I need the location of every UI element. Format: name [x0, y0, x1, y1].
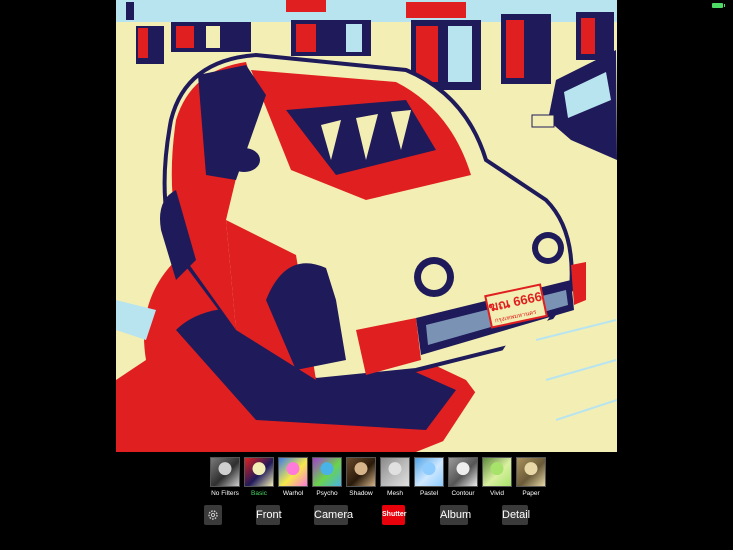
filter-label: Warhol [282, 490, 304, 497]
filter-thumbnail [346, 457, 376, 487]
filter-strip: No Filters Basic Warhol Psycho Shadow Mesh Pas… [210, 457, 546, 501]
filter-item-pastel[interactable]: Pastel [414, 457, 444, 501]
filter-label: No Filters [211, 490, 239, 497]
filter-label: Mesh [387, 490, 403, 497]
filter-label: Vivid [490, 490, 504, 497]
filter-item-no-filters[interactable]: No Filters [210, 457, 240, 501]
filter-thumbnail [414, 457, 444, 487]
filter-label: Psycho [316, 490, 338, 497]
filter-item-contour[interactable]: Contour [448, 457, 478, 501]
car-photo-artwork: ฆณ 6666 กรุงเทพมหานคร [116, 0, 617, 452]
filter-item-psycho[interactable]: Psycho [312, 457, 342, 501]
camera-button[interactable]: Camera [314, 505, 353, 525]
album-button[interactable]: Album [440, 505, 471, 525]
bottom-toolbar: Front Camera Shutter Album Detail [0, 505, 733, 531]
filter-label: Pastel [419, 490, 439, 497]
filter-thumbnail [312, 457, 342, 487]
filter-item-vivid[interactable]: Vivid [482, 457, 512, 501]
filter-item-mesh[interactable]: Mesh [380, 457, 410, 501]
detail-button[interactable]: Detail [502, 505, 530, 525]
filter-thumbnail [482, 457, 512, 487]
filter-label: Basic [251, 490, 267, 497]
filter-thumbnail [210, 457, 240, 487]
filter-label: Paper [522, 490, 540, 497]
gear-icon [208, 510, 218, 520]
battery-icon [712, 3, 725, 8]
filter-label: Shadow [349, 490, 373, 497]
filter-label: Contour [451, 490, 475, 497]
settings-button[interactable] [204, 505, 222, 525]
filter-item-warhol[interactable]: Warhol [278, 457, 308, 501]
filter-item-paper[interactable]: Paper [516, 457, 546, 501]
filter-thumbnail [448, 457, 478, 487]
filter-thumbnail [244, 457, 274, 487]
filter-thumbnail [278, 457, 308, 487]
shutter-button[interactable]: Shutter [382, 505, 407, 525]
front-camera-button[interactable]: Front [256, 505, 282, 525]
filter-item-basic[interactable]: Basic [244, 457, 274, 501]
filter-thumbnail [516, 457, 546, 487]
filter-item-shadow[interactable]: Shadow [346, 457, 376, 501]
filtered-photo-preview: ฆณ 6666 กรุงเทพมหานคร [116, 0, 617, 452]
filter-thumbnail [380, 457, 410, 487]
